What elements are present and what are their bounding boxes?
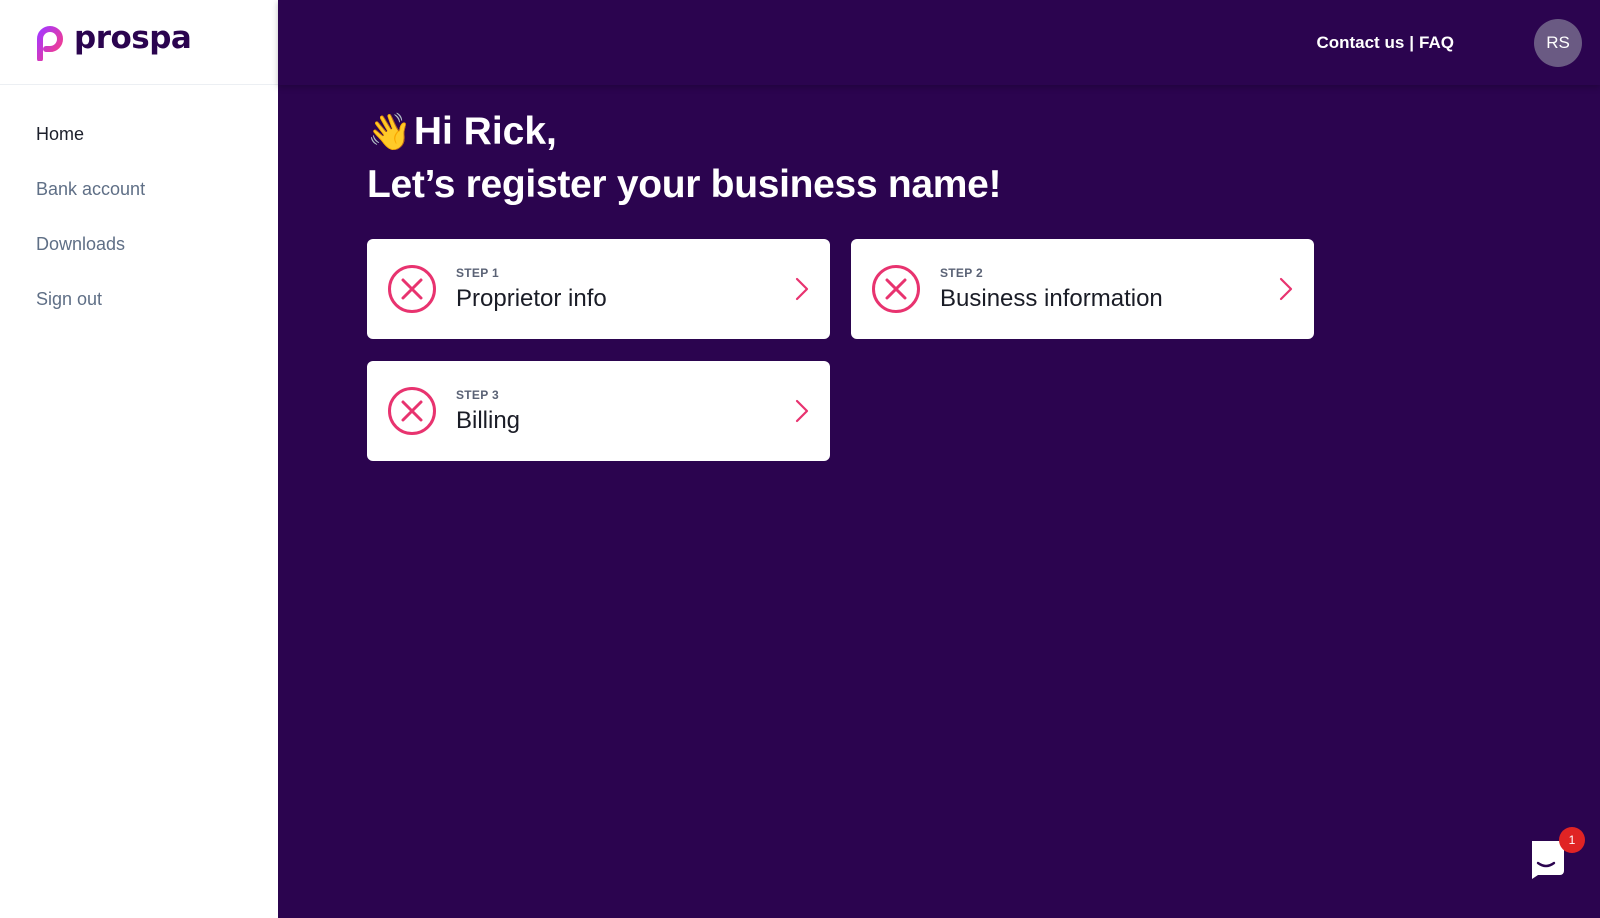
incomplete-x-icon: [388, 387, 436, 435]
main-area: Contact us | FAQ RS 👋 Hi Rick, Let’s reg…: [278, 0, 1600, 918]
greeting: 👋 Hi Rick,: [367, 105, 1600, 158]
step-title: Business information: [940, 284, 1163, 312]
step-number: STEP 3: [456, 387, 499, 402]
incomplete-x-icon: [872, 265, 920, 313]
sidebar-item-bank-account[interactable]: Bank account: [0, 162, 278, 217]
chevron-right-icon: [795, 277, 809, 301]
sidebar: prospa Home Bank account Downloads Sign …: [0, 0, 278, 918]
top-header: Contact us | FAQ RS: [278, 0, 1600, 85]
step-card-billing[interactable]: STEP 3 Billing: [367, 361, 830, 461]
step-title: Billing: [456, 406, 521, 434]
chevron-right-icon: [1279, 277, 1293, 301]
prospa-logo-icon: [37, 26, 63, 61]
step-card-proprietor-info[interactable]: STEP 1 Proprietor info: [367, 239, 830, 339]
sidebar-item-home[interactable]: Home: [0, 107, 278, 162]
sidebar-item-sign-out[interactable]: Sign out: [0, 272, 278, 327]
step-number: STEP 2: [940, 265, 983, 280]
chat-notification-badge: 1: [1559, 827, 1585, 853]
logo-bar: prospa: [0, 0, 278, 85]
steps-grid: STEP 1 Proprietor info STEP 2 Business i: [367, 239, 1600, 461]
step-card-business-information[interactable]: STEP 2 Business information: [851, 239, 1314, 339]
step-number: STEP 1: [456, 265, 499, 280]
brand-name: prospa: [74, 20, 192, 56]
app-root: prospa Home Bank account Downloads Sign …: [0, 0, 1600, 918]
step-text: STEP 2 Business information: [940, 266, 1278, 313]
sidebar-item-downloads[interactable]: Downloads: [0, 217, 278, 272]
step-text: STEP 3 Billing: [456, 388, 794, 435]
greeting-text: Hi Rick,: [413, 110, 557, 153]
link-separator: |: [1409, 32, 1415, 52]
step-text: STEP 1 Proprietor info: [456, 266, 794, 313]
user-avatar[interactable]: RS: [1534, 18, 1582, 67]
help-links: Contact us | FAQ: [1316, 33, 1454, 53]
incomplete-x-icon: [388, 265, 436, 313]
step-title: Proprietor info: [456, 284, 607, 312]
page-title: Let’s register your business name!: [367, 163, 1002, 206]
chevron-right-icon: [795, 399, 809, 423]
content: 👋 Hi Rick, Let’s register your business …: [278, 85, 1600, 461]
sidebar-nav: Home Bank account Downloads Sign out: [0, 85, 278, 327]
faq-link[interactable]: FAQ: [1419, 33, 1454, 53]
waving-hand-icon: 👋: [367, 111, 412, 152]
contact-us-link[interactable]: Contact us: [1316, 33, 1404, 53]
